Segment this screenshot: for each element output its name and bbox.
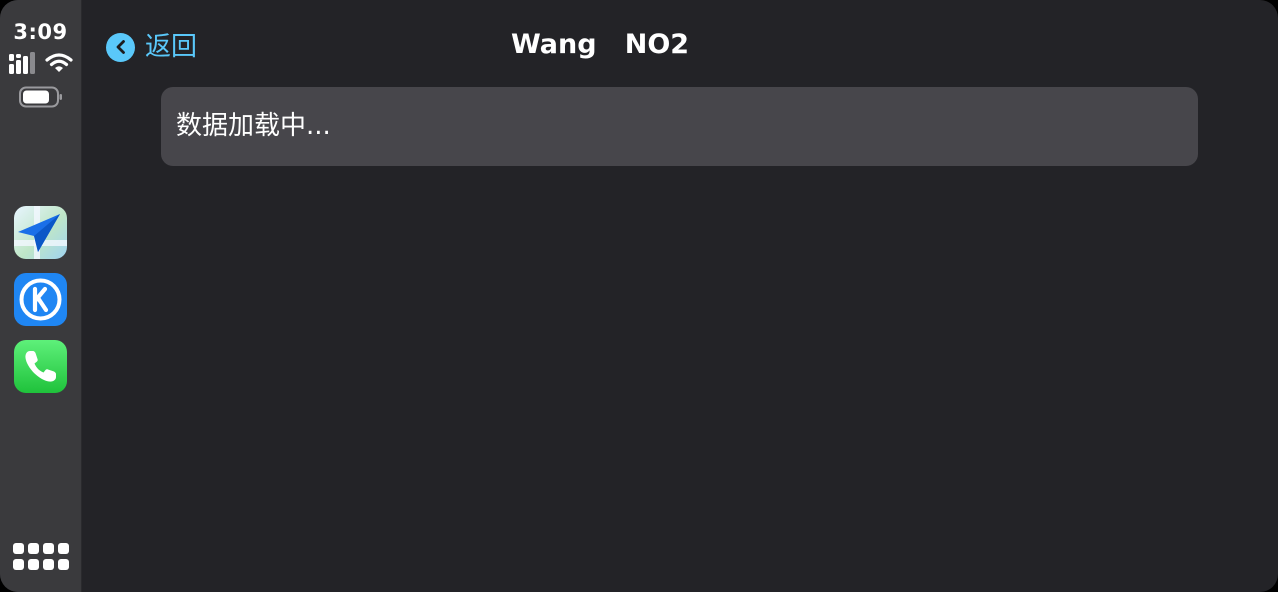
phone-app-icon[interactable] [14,340,67,393]
k-logo-icon [19,278,62,321]
sidebar: 3:09 [0,0,82,592]
chevron-left-icon [106,32,135,62]
wifi-icon [45,53,73,72]
back-button[interactable]: 返回 [106,31,197,63]
carplay-screen: 3:09 返回 Wang NO2 数据加载中... [0,0,1278,592]
cellular-signal-icon [9,52,35,74]
phone-icon [25,351,56,382]
status-time: 3:09 [13,20,68,44]
paper-plane-icon [14,206,67,259]
status-row [9,52,73,76]
navigation-app-icon[interactable] [14,206,67,259]
kugou-music-app-icon[interactable] [14,273,67,326]
battery-icon [19,86,62,108]
page-title: Wang NO2 [510,29,690,60]
app-grid-icon[interactable] [13,543,69,571]
loading-text: 数据加载中... [176,111,331,141]
loading-row: 数据加载中... [161,87,1198,166]
back-label: 返回 [145,32,198,62]
